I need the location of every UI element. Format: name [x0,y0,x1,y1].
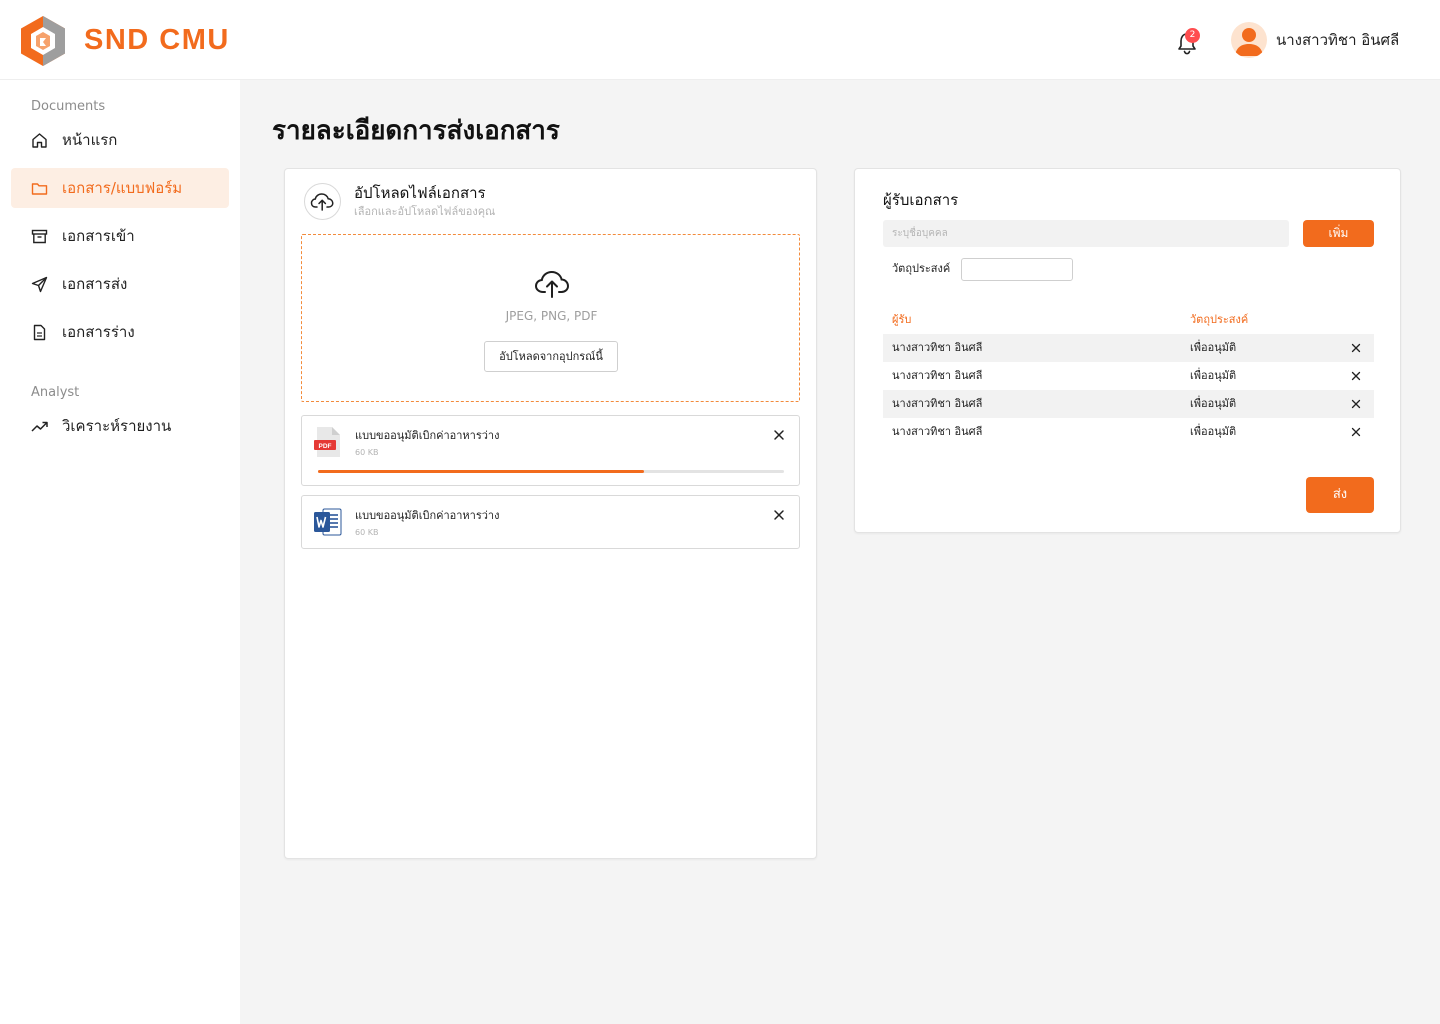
table-row: นางสาวทิชา อินศลี เพื่ออนุมัติ [883,390,1374,418]
home-icon [32,133,47,148]
purpose-input[interactable] [961,258,1073,281]
sidebar-item-label: วิเคราะห์รายงาน [62,417,172,435]
sidebar-item-label: เอกสารเข้า [62,227,135,245]
sidebar-item-inbox[interactable]: เอกสารเข้า [11,216,229,256]
table-row: นางสาวทิชา อินศลี เพื่ออนุมัติ [883,334,1374,362]
brand-name: SND CMU [84,24,230,56]
purpose-cell: เพื่ออนุมัติ [1190,369,1237,382]
remove-row-icon[interactable] [1351,371,1361,381]
recipient-name-input[interactable] [883,220,1289,247]
sidebar-item-label: เอกสาร/แบบฟอร์ม [62,179,183,197]
file-size: 60 KB [355,528,379,537]
column-header-purpose: วัตถุประสงค์ [1190,313,1249,326]
remove-row-icon[interactable] [1351,427,1361,437]
table-row: นางสาวทิชา อินศลี เพื่ออนุมัติ [883,362,1374,390]
file-dropzone[interactable]: JPEG, PNG, PDF อัปโหลดจากอุปกรณ์นี้ [301,234,800,402]
svg-text:PDF: PDF [319,443,332,450]
recipients-card: ผู้รับเอกสาร เพิ่ม วัตถุประสงค์ ผู้รับ ว… [854,168,1401,533]
upload-from-device-button[interactable]: อัปโหลดจากอุปกรณ์นี้ [484,341,618,372]
recipient-cell: นางสาวทิชา อินศลี [892,341,983,354]
remove-row-icon[interactable] [1351,399,1361,409]
column-header-recipient: ผู้รับ [892,313,912,326]
cloud-upload-icon [310,193,334,211]
add-recipient-button[interactable]: เพิ่ม [1303,220,1374,247]
file-name: แบบขออนุมัติเบิกค่าอาหารว่าง [355,429,500,442]
sidebar-section-documents: Documents [31,99,106,114]
sidebar-item-documents-forms[interactable]: เอกสาร/แบบฟอร์ม [11,168,229,208]
purpose-cell: เพื่ออนุมัติ [1190,341,1237,354]
sidebar-item-label: เอกสารร่าง [62,323,135,341]
upload-header-icon-wrap [304,183,341,220]
file-name: แบบขออนุมัติเบิกค่าอาหารว่าง [355,509,500,522]
recipient-cell: นางสาวทิชา อินศลี [892,397,983,410]
upload-title: อัปโหลดไฟล์เอกสาร [354,184,486,202]
folder-icon [31,183,48,195]
remove-row-icon[interactable] [1351,343,1361,353]
pdf-file-icon: PDF [314,427,340,457]
close-icon[interactable] [772,508,786,522]
user-avatar-icon [1235,28,1263,56]
send-icon [31,276,48,293]
sidebar-item-home[interactable]: หน้าแรก [11,120,229,160]
upload-progress-bar [318,470,784,473]
upload-subtitle: เลือกและอัปโหลดไฟล์ของคุณ [354,205,496,218]
sidebar-item-label: หน้าแรก [62,131,118,149]
inbox-icon [31,229,48,244]
file-size: 60 KB [355,448,379,457]
send-button[interactable]: ส่ง [1306,477,1374,513]
notification-badge: 2 [1185,28,1200,43]
logo-icon[interactable] [19,15,67,67]
sidebar-item-label: เอกสารส่ง [62,275,128,293]
purpose-cell: เพื่ออนุมัติ [1190,397,1237,410]
recipients-title: ผู้รับเอกสาร [883,191,959,209]
uploaded-file-item: แบบขออนุมัติเบิกค่าอาหารว่าง 60 KB [301,495,800,549]
uploaded-file-item: PDF แบบขออนุมัติเบิกค่าอาหารว่าง 60 KB [301,415,800,486]
upload-card: อัปโหลดไฟล์เอกสาร เลือกและอัปโหลดไฟล์ของ… [284,168,817,859]
user-name[interactable]: นางสาวทิชา อินศลี [1276,30,1399,50]
accepted-file-types: JPEG, PNG, PDF [505,309,598,323]
recipient-cell: นางสาวทิชา อินศลี [892,425,983,438]
purpose-label: วัตถุประสงค์ [892,262,951,275]
page-title: รายละเอียดการส่งเอกสาร [272,116,560,146]
recipient-cell: นางสาวทิชา อินศลี [892,369,983,382]
sidebar-item-sent[interactable]: เอกสารส่ง [11,264,229,304]
sidebar-section-analyst: Analyst [31,385,80,400]
upload-progress-fill [318,470,645,473]
sidebar-item-report-analysis[interactable]: วิเคราะห์รายงาน [11,406,229,446]
sidebar: Documents หน้าแรก เอกสาร/แบบฟอร์ม เอกสาร… [0,80,240,1024]
draft-document-icon [33,324,46,341]
top-bar: SND CMU 2 นางสาวทิชา อินศลี [0,0,1440,80]
trending-up-icon [31,421,48,432]
cloud-upload-icon [534,270,570,298]
close-icon[interactable] [772,428,786,442]
avatar[interactable] [1231,22,1267,58]
table-row: นางสาวทิชา อินศลี เพื่ออนุมัติ [883,418,1374,446]
sidebar-item-drafts[interactable]: เอกสารร่าง [11,312,229,352]
word-file-icon [314,508,342,536]
purpose-cell: เพื่ออนุมัติ [1190,425,1237,438]
